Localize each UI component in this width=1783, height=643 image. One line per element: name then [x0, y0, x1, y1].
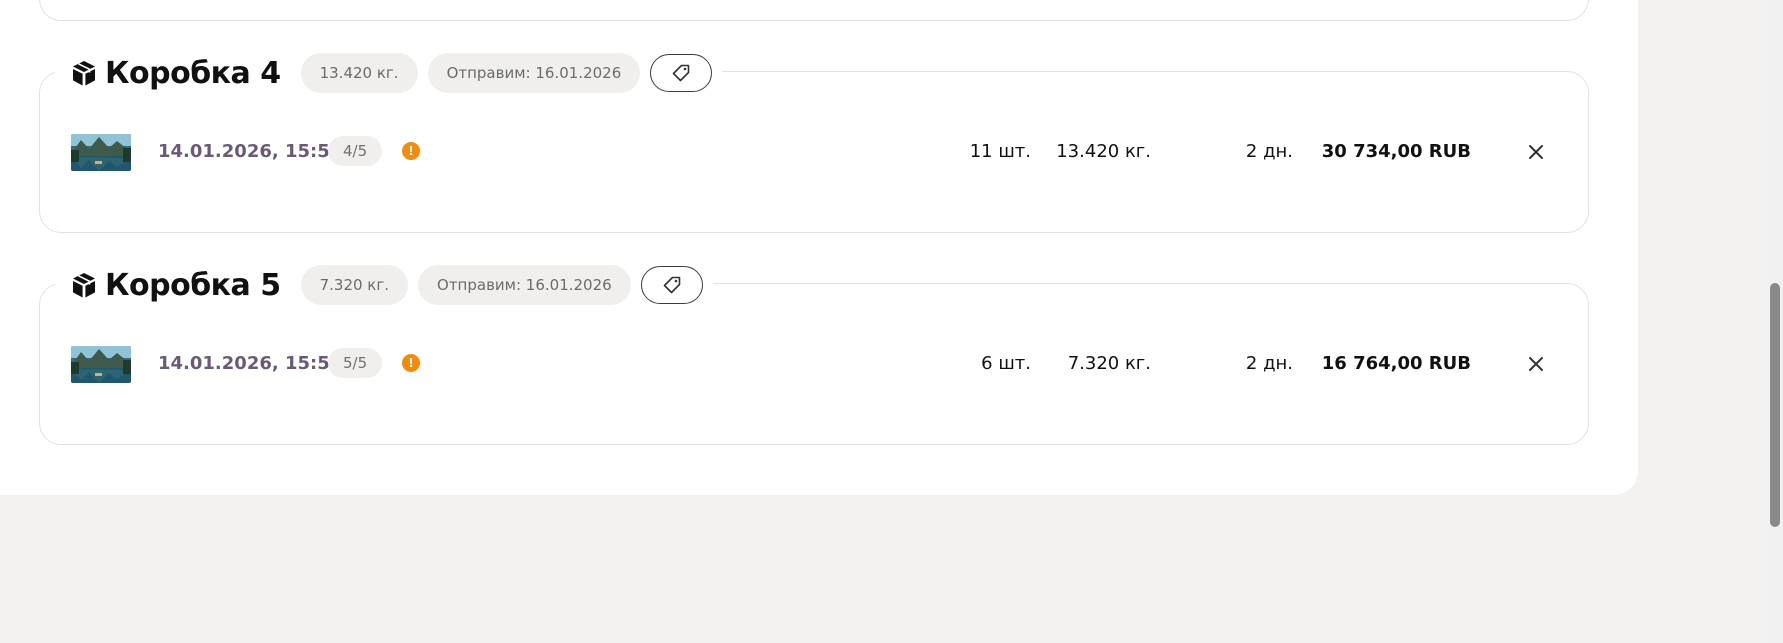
box-title: Коробка 4: [105, 55, 281, 91]
item-days: 2 дн.: [1245, 353, 1293, 374]
page-scrollbar[interactable]: [1767, 0, 1783, 643]
tag-icon: [663, 276, 681, 294]
item-weight: 13.420 кг.: [1056, 141, 1151, 162]
remove-item-button[interactable]: [1526, 354, 1546, 374]
ship-date-badge: Отправим: 16.01.2026: [427, 53, 641, 93]
tag-button[interactable]: [640, 266, 703, 304]
item-days: 2 дн.: [1245, 141, 1293, 162]
item-weight: 7.320 кг.: [1067, 353, 1151, 374]
box-title: Коробка 5: [105, 267, 281, 303]
viewport: Коробка 4 13.420 кг. Отправим: 16.01.202…: [0, 0, 1783, 643]
order-date-link[interactable]: 14.01.2026, 15:59: [158, 353, 342, 374]
item-price: 30 734,00 RUB: [1321, 141, 1471, 162]
item-quantity: 11 шт.: [969, 141, 1031, 162]
item-quantity: 6 шт.: [981, 353, 1031, 374]
product-thumbnail[interactable]: [71, 346, 131, 383]
box-item-row: 14.01.2026, 15:59 5/5 ! 6 шт. 7.320 кг. …: [39, 345, 1589, 385]
remove-item-button[interactable]: [1526, 142, 1546, 162]
box-item-row: 14.01.2026, 15:59 4/5 ! 11 шт. 13.420 кг…: [39, 133, 1589, 173]
box-card: Коробка 5 7.320 кг. Отправим: 16.01.2026: [39, 265, 1589, 445]
box-header: Коробка 5 7.320 кг. Отправим: 16.01.2026: [55, 265, 713, 305]
position-badge: 5/5: [328, 348, 383, 378]
warning-icon[interactable]: !: [402, 142, 420, 160]
product-thumbnail[interactable]: [71, 134, 131, 171]
close-icon: [1529, 145, 1543, 159]
ship-date-badge: Отправим: 16.01.2026: [418, 265, 631, 305]
position-badge: 4/5: [328, 136, 383, 166]
close-icon: [1529, 357, 1543, 371]
item-price: 16 764,00 RUB: [1321, 353, 1471, 374]
package-icon: [69, 270, 99, 300]
box-card: Коробка 4 13.420 кг. Отправим: 16.01.202…: [39, 53, 1589, 233]
scrollbar-thumb[interactable]: [1770, 283, 1780, 527]
order-date-link[interactable]: 14.01.2026, 15:59: [158, 141, 342, 162]
tag-button[interactable]: [650, 54, 713, 92]
box-weight-badge: 13.420 кг.: [300, 53, 418, 93]
package-icon: [69, 58, 99, 88]
box-weight-badge: 7.320 кг.: [300, 265, 409, 305]
box-header: Коробка 4 13.420 кг. Отправим: 16.01.202…: [55, 53, 723, 93]
tag-icon: [672, 64, 690, 82]
warning-icon[interactable]: !: [402, 354, 420, 372]
previous-box-card: [39, 0, 1589, 21]
